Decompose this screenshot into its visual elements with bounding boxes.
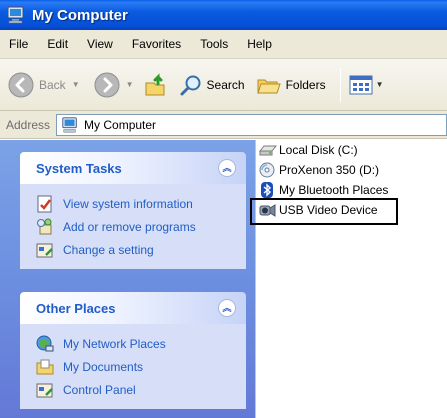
search-icon: [180, 75, 201, 95]
place-my-documents[interactable]: My Documents: [36, 355, 246, 378]
network-places-icon: [36, 335, 54, 351]
task-label: View system information: [63, 196, 193, 211]
drive-local-disk-c[interactable]: Local Disk (C:): [259, 140, 358, 160]
views-icon: [349, 75, 373, 94]
up-folder-icon: [145, 72, 165, 95]
up-folder-button[interactable]: [144, 66, 170, 104]
menu-bar: File Edit View Favorites Tools Help: [0, 30, 447, 59]
back-arrow-icon: [8, 72, 34, 97]
task-label: Control Panel: [63, 382, 136, 397]
address-input[interactable]: My Computer: [56, 113, 447, 136]
place-my-network-places[interactable]: My Network Places: [36, 332, 246, 355]
drive-proxenon-d[interactable]: ProXenon 350 (D:): [259, 160, 379, 180]
system-tasks-header[interactable]: System Tasks ︽: [20, 152, 246, 184]
address-bar: Address My Computer: [0, 111, 447, 139]
system-info-icon: [37, 195, 52, 212]
folders-label: Folders: [285, 77, 326, 92]
other-places-panel: Other Places ︽ My Network Places My Docu…: [20, 292, 246, 409]
drive-label: My Bluetooth Places: [279, 183, 389, 197]
menu-favorites[interactable]: Favorites: [132, 37, 181, 51]
drive-label: ProXenon 350 (D:): [279, 163, 380, 177]
address-label: Address: [6, 117, 51, 132]
menu-view[interactable]: View: [87, 37, 113, 51]
menu-tools[interactable]: Tools: [200, 37, 228, 51]
folders-button[interactable]: Folders: [256, 66, 326, 104]
system-tasks-body: View system information Add or remove pr…: [20, 184, 246, 269]
highlight-box: [250, 198, 398, 225]
forward-arrow-icon: [94, 72, 120, 97]
my-computer-icon: [7, 6, 24, 24]
other-places-header[interactable]: Other Places ︽: [20, 292, 246, 324]
cd-drive-icon: [259, 162, 275, 178]
address-value: My Computer: [84, 117, 157, 132]
menu-help[interactable]: Help: [247, 37, 272, 51]
forward-button[interactable]: ▼: [94, 66, 134, 104]
views-button[interactable]: ▼: [349, 66, 384, 104]
views-dropdown-icon[interactable]: ▼: [376, 80, 384, 89]
system-tasks-title: System Tasks: [36, 160, 122, 176]
control-panel-icon: [36, 243, 53, 257]
search-label: Search: [206, 77, 245, 92]
title-bar[interactable]: My Computer: [0, 0, 447, 30]
control-panel-icon: [36, 383, 53, 397]
back-label: Back: [39, 77, 66, 92]
system-tasks-panel: System Tasks ︽ View system information A…: [20, 152, 246, 269]
drive-label: Local Disk (C:): [279, 143, 358, 157]
hard-disk-icon: [259, 145, 277, 156]
collapse-icon[interactable]: ︽: [218, 159, 236, 177]
menu-file[interactable]: File: [9, 37, 28, 51]
task-label: My Network Places: [63, 336, 166, 351]
task-view-system-information[interactable]: View system information: [36, 192, 246, 215]
my-computer-icon: [62, 116, 77, 132]
folders-icon: [256, 79, 281, 93]
drive-list: Local Disk (C:) ProXenon 350 (D:) My Blu…: [257, 140, 447, 418]
search-button[interactable]: Search: [180, 66, 245, 104]
menu-edit[interactable]: Edit: [47, 37, 68, 51]
task-add-remove-programs[interactable]: Add or remove programs: [36, 215, 246, 238]
my-documents-icon: [36, 359, 54, 374]
task-label: My Documents: [63, 359, 144, 374]
toolbar: Back ▼ ▼ Search Folders ▼: [0, 59, 447, 111]
window-title: My Computer: [32, 6, 128, 24]
add-remove-programs-icon: [37, 218, 52, 234]
back-dropdown-icon[interactable]: ▼: [72, 80, 80, 89]
forward-dropdown-icon[interactable]: ▼: [126, 80, 134, 89]
other-places-title: Other Places: [36, 300, 116, 316]
bluetooth-icon: [261, 182, 273, 198]
collapse-icon[interactable]: ︽: [218, 299, 236, 317]
other-places-body: My Network Places My Documents Control P…: [20, 324, 246, 409]
task-pane: System Tasks ︽ View system information A…: [0, 140, 256, 418]
back-button[interactable]: Back ▼: [8, 66, 80, 104]
toolbar-separator: [339, 67, 341, 102]
place-control-panel[interactable]: Control Panel: [36, 378, 246, 401]
task-label: Add or remove programs: [63, 219, 196, 234]
task-label: Change a setting: [63, 242, 154, 257]
task-change-setting[interactable]: Change a setting: [36, 238, 246, 261]
drive-bluetooth-places[interactable]: My Bluetooth Places: [259, 180, 388, 200]
